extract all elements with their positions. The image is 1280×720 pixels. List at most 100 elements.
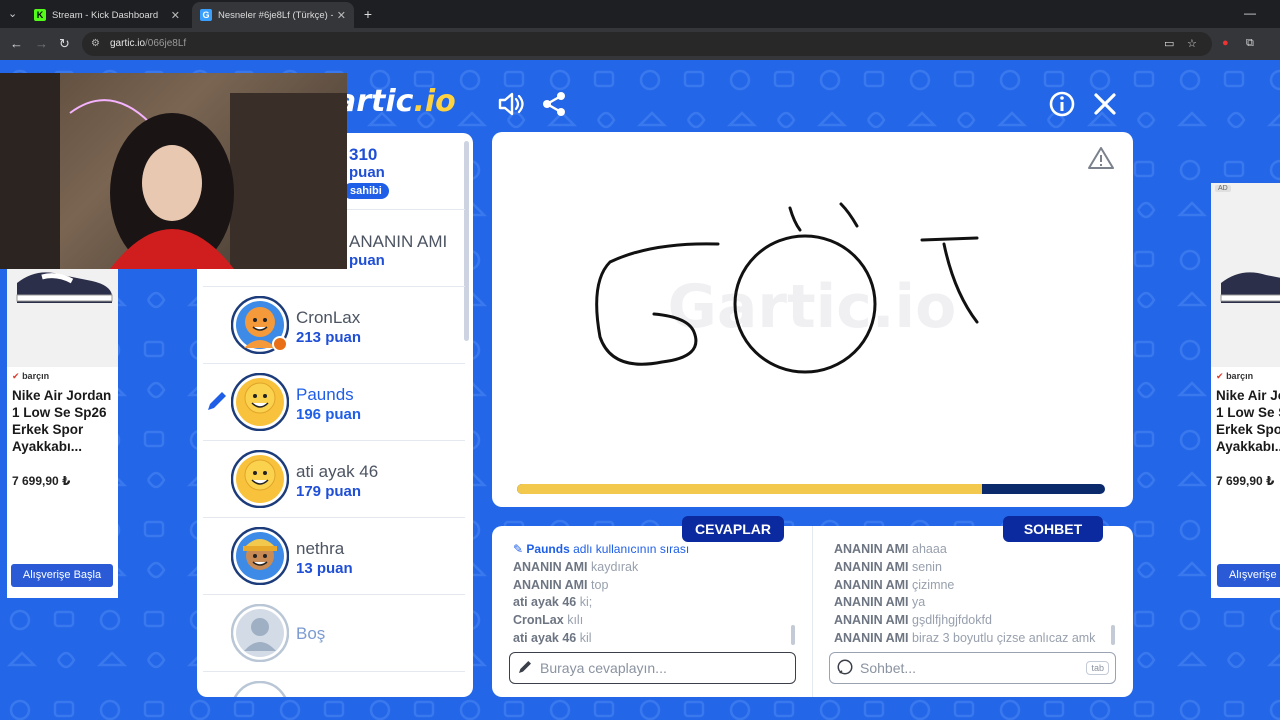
player-points: 196 puan: [296, 406, 362, 423]
player-points-label: puan: [349, 252, 385, 269]
chat-bubble-icon: [830, 658, 860, 679]
kick-icon: K: [34, 9, 46, 21]
minimize-icon[interactable]: —: [1244, 6, 1256, 20]
player-row-empty: [203, 672, 465, 697]
ad-shop-button[interactable]: Alışverişe Başla: [1217, 564, 1280, 587]
answer-input[interactable]: Buraya cevaplayın...: [509, 652, 796, 684]
drawing-canvas[interactable]: Gartic.io: [492, 132, 1133, 507]
player-points-label: puan: [349, 164, 385, 181]
reload-icon[interactable]: ↻: [59, 36, 70, 52]
extension-icon[interactable]: ●: [1222, 37, 1229, 49]
turn-timer-fill: [517, 484, 982, 494]
chat-input-placeholder: Sohbet...: [860, 660, 917, 676]
turn-notice: ✎ Paunds adlı kullanıcının sırası: [513, 542, 690, 556]
player-points: 310: [349, 145, 378, 164]
player-avatar: [231, 296, 289, 354]
tab-title: Stream - Kick Dashboard: [52, 9, 159, 21]
url-host: gartic.io: [110, 38, 146, 49]
chat-message: ANANIN AMI senin: [834, 559, 942, 574]
new-tab-icon[interactable]: +: [360, 6, 376, 22]
tab-title: Nesneler #6je8Lf (Türkçe) - Gartic: [218, 9, 333, 21]
pencil-icon: ✎: [513, 542, 524, 556]
chat-message: ANANIN AMI ya: [834, 595, 926, 610]
streamer-webcam: [0, 73, 347, 269]
player-name: CronLax: [296, 308, 361, 327]
player-row-empty: Boş: [203, 595, 465, 672]
pencil-icon: [510, 659, 540, 678]
url-field[interactable]: ⚙ gartic.io/066je8Lf: [82, 32, 1212, 56]
address-bar-row: ← → ↻ ⚙ gartic.io/066je8Lf ▭ ☆ ● ⧉: [0, 28, 1280, 60]
player-avatar: [231, 527, 289, 585]
tab-gartic[interactable]: G Nesneler #6je8Lf (Türkçe) - Gartic ✕: [192, 2, 354, 28]
answer-message: ANANIN AMI top: [513, 577, 609, 592]
player-name: Paunds: [296, 385, 354, 404]
player-name: nethra: [296, 539, 345, 558]
answer-message: CronLax kılı: [513, 613, 584, 628]
chat-title: SOHBET: [1003, 516, 1103, 542]
tab-key-hint: tab: [1086, 661, 1109, 675]
chat-message: ANANIN AMI ahaaa: [834, 542, 947, 556]
player-row: nethra 13 puan: [203, 518, 465, 595]
chat-message: ANANIN AMI biraz 3 boyutlu çizse anlıcaz…: [834, 630, 1096, 645]
empty-slot-avatar: [231, 604, 289, 662]
ad-title: Nike Air Jordan 1 Low Se Sp26 Erkek Spor…: [12, 388, 112, 454]
chat-input[interactable]: Sohbet... tab: [829, 652, 1116, 684]
answers-messages: ✎ Paunds adlı kullanıcının sırası ANANIN…: [513, 541, 689, 648]
answer-message: ANANIN AMI kaydırak: [513, 559, 639, 574]
sound-muted-icon[interactable]: [497, 90, 525, 118]
ad-banner-right[interactable]: ✔ barçın Nike Air Jordan 1 Low Se Sp26 E…: [1211, 183, 1280, 598]
tab-close-icon[interactable]: ✕: [337, 9, 346, 22]
player-points: 213 puan: [296, 329, 362, 346]
back-icon[interactable]: ←: [10, 36, 23, 51]
empty-slot-label: Boş: [296, 624, 326, 643]
answer-message: ati ayak 46 ki;: [513, 595, 593, 610]
answer-message: ati ayak 46 kil: [513, 630, 592, 645]
info-icon[interactable]: [1048, 90, 1076, 118]
ad-price: 7 699,90 ₺: [1216, 474, 1275, 488]
player-row: CronLax 213 puan: [203, 287, 465, 364]
ad-product-image: [1211, 183, 1280, 367]
drawing-strokes: Gartic.io: [595, 202, 979, 374]
answers-scrollbar[interactable]: [791, 625, 795, 645]
player-row: ati ayak 46 179 puan: [203, 441, 465, 518]
site-settings-icon[interactable]: ⚙: [91, 32, 100, 56]
forward-icon[interactable]: →: [35, 36, 48, 51]
drawing-pencil-icon: [208, 392, 226, 410]
chat-scrollbar[interactable]: [1111, 625, 1115, 645]
extensions-puzzle-icon[interactable]: ⧉: [1246, 37, 1254, 50]
ad-price: 7 699,90 ₺: [12, 474, 71, 488]
share-icon[interactable]: [540, 90, 568, 118]
close-icon[interactable]: [1091, 90, 1119, 118]
answers-title: CEVAPLAR: [682, 516, 784, 542]
ad-brand: ✔ barçın: [1216, 371, 1254, 381]
ad-shop-button[interactable]: Alışverişe Başla: [11, 564, 113, 587]
gartic-icon: G: [200, 9, 212, 21]
player-points: 13 puan: [296, 560, 353, 577]
player-avatar: [231, 373, 289, 431]
chat-message: ANANIN AMI gşdlfjhgjfdokfd: [834, 613, 992, 628]
player-avatar: [231, 450, 289, 508]
player-points: 179 puan: [296, 483, 362, 500]
answer-input-placeholder: Buraya cevaplayın...: [540, 660, 667, 676]
url-path: /066je8Lf: [145, 38, 187, 49]
ad-label: AD: [1215, 185, 1231, 192]
chat-message: ANANIN AMI çizimne: [834, 577, 955, 592]
gartic-logo[interactable]: artic.io: [336, 84, 456, 119]
chat-messages: ANANIN AMI ahaaa ANANIN AMI senin ANANIN…: [834, 541, 1095, 648]
turn-timer-bar: [517, 484, 1105, 494]
player-row-drawing: Paunds 196 puan: [203, 364, 465, 441]
bookmark-star-icon[interactable]: ☆: [1187, 37, 1197, 50]
tab-close-icon[interactable]: ✕: [171, 9, 180, 22]
tab-kick-dashboard[interactable]: K Stream - Kick Dashboard ✕: [26, 2, 188, 28]
ad-title: Nike Air Jordan 1 Low Se Sp26 Erkek Spor…: [1216, 388, 1280, 454]
ad-brand: ✔ barçın: [12, 371, 50, 381]
player-name: ati ayak 46: [296, 462, 379, 481]
room-owner-badge: sahibi: [343, 183, 389, 199]
cast-icon[interactable]: ▭: [1164, 37, 1174, 50]
empty-slot-avatar: [233, 681, 287, 697]
player-name: ANANIN AMI: [349, 232, 448, 251]
report-warning-icon[interactable]: [1088, 146, 1114, 170]
tab-search-chevron-icon[interactable]: ⌄: [8, 7, 17, 20]
canvas-watermark: Gartic.io: [668, 272, 957, 342]
browser-tab-bar: ⌄ K Stream - Kick Dashboard ✕ G Nesneler…: [0, 0, 1280, 28]
